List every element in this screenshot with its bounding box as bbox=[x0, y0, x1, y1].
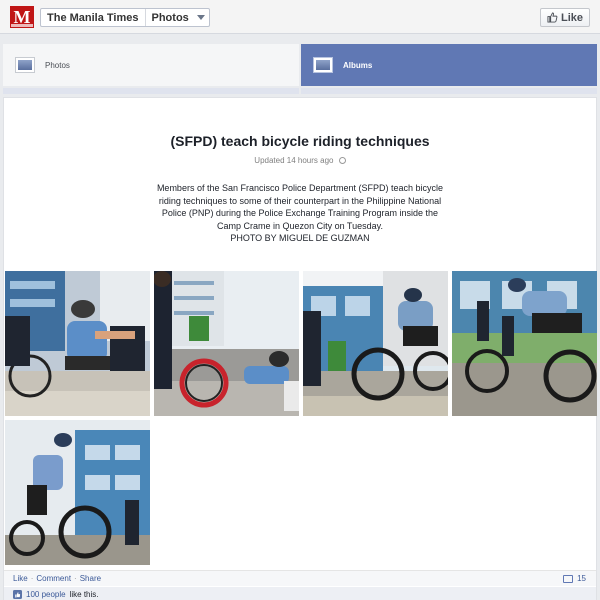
like-link[interactable]: Like bbox=[13, 574, 28, 583]
comment-icon bbox=[563, 574, 574, 583]
updated-text: Updated 14 hours ago bbox=[254, 156, 334, 165]
page-name-link[interactable]: The Manila Times bbox=[41, 9, 146, 26]
likes-count-link[interactable]: 100 people bbox=[26, 590, 66, 599]
photo-cyclist-turning bbox=[303, 271, 448, 416]
tab-photos[interactable]: Photos bbox=[3, 44, 299, 86]
likes-summary: 100 people like this. bbox=[4, 587, 596, 600]
likes-suffix: like this. bbox=[69, 589, 99, 599]
share-link[interactable]: Share bbox=[80, 574, 101, 583]
manila-times-logo[interactable]: M bbox=[10, 6, 34, 28]
album-updated: Updated 14 hours ago bbox=[4, 156, 596, 165]
section-dropdown[interactable]: Photos bbox=[146, 9, 209, 26]
album-card: (SFPD) teach bicycle riding techniques U… bbox=[3, 97, 597, 600]
separator: · bbox=[30, 574, 34, 583]
album-photo[interactable] bbox=[452, 271, 597, 416]
section-name: Photos bbox=[151, 11, 189, 24]
post-actions: Like · Comment · Share 15 bbox=[4, 570, 596, 586]
album-photo[interactable] bbox=[303, 271, 448, 416]
thumbs-up-icon bbox=[13, 589, 22, 599]
album-description: Members of the San Francisco Police Depa… bbox=[156, 183, 444, 243]
albums-icon bbox=[313, 57, 333, 73]
comment-link[interactable]: Comment bbox=[36, 574, 71, 583]
tab-albums[interactable]: Albums bbox=[301, 44, 597, 86]
like-page-label: Like bbox=[560, 11, 583, 24]
page-header: M The Manila Times Photos Like bbox=[0, 0, 600, 34]
photo-tabs: Photos Albums bbox=[3, 44, 597, 86]
tabs-divider bbox=[3, 88, 597, 94]
photos-icon bbox=[15, 57, 35, 73]
photo-officers-fallen-bike bbox=[5, 271, 150, 416]
globe-icon bbox=[338, 157, 346, 165]
thumbs-up-icon bbox=[547, 12, 558, 23]
photo-cyclist-on-ground bbox=[154, 271, 299, 416]
logo-underline bbox=[11, 24, 33, 27]
album-title: (SFPD) teach bicycle riding techniques bbox=[170, 133, 430, 149]
tab-photos-label: Photos bbox=[45, 60, 70, 70]
album-photo[interactable] bbox=[5, 271, 150, 416]
photo-cyclist-wheelie bbox=[5, 420, 150, 565]
like-page-button[interactable]: Like bbox=[539, 8, 590, 27]
tab-albums-label: Albums bbox=[343, 60, 373, 70]
album-photo[interactable] bbox=[154, 271, 299, 416]
breadcrumb: The Manila Times Photos bbox=[40, 8, 210, 27]
chevron-down-icon bbox=[196, 15, 205, 20]
album-photo[interactable] bbox=[5, 420, 150, 565]
comment-count-value: 15 bbox=[577, 574, 586, 583]
photo-cyclist-riding bbox=[452, 271, 597, 416]
separator: · bbox=[74, 574, 77, 583]
comment-count[interactable]: 15 bbox=[563, 574, 586, 583]
